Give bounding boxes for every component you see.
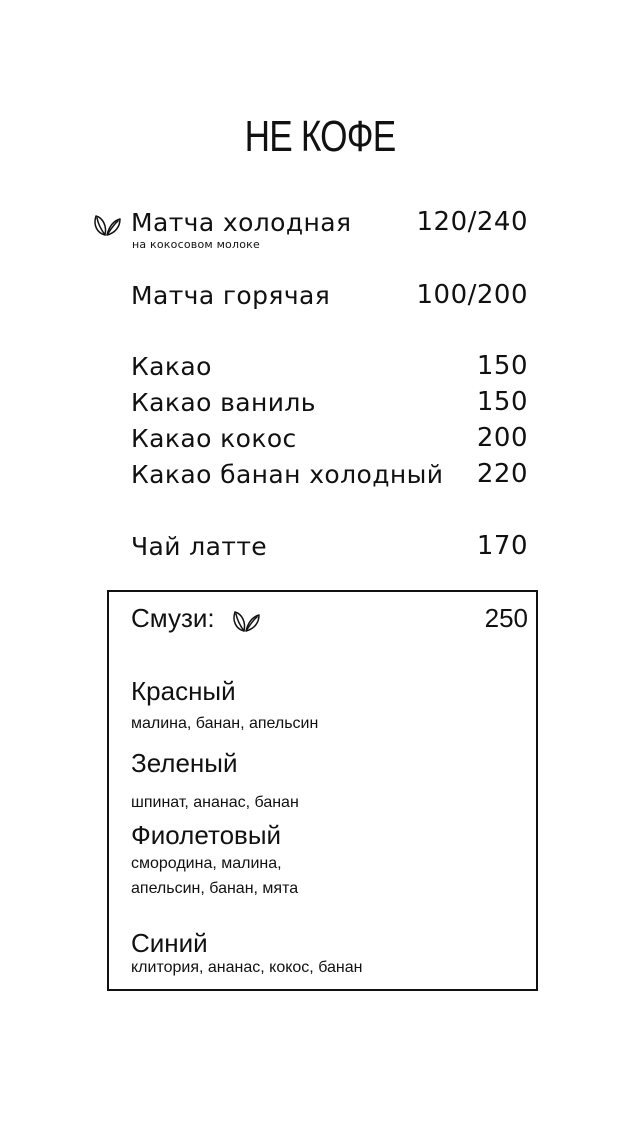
menu-item-name: Матча холодная xyxy=(131,208,352,237)
menu-item-price: 100/200 xyxy=(416,280,528,310)
smoothie-item-description-line: апельсин, банан, мята xyxy=(131,880,299,897)
smoothie-item-description-line: шпинат, ананас, банан xyxy=(131,794,299,811)
menu-item-price: 200 xyxy=(476,423,528,453)
menu-item-name: Какао xyxy=(131,352,212,381)
menu-title: НЕ КОФЕ xyxy=(244,112,397,161)
smoothie-header: Смузи: xyxy=(131,603,215,634)
smoothie-item-description: малина, банан, апельсин xyxy=(131,711,431,736)
smoothie-item-name: Красный xyxy=(131,676,236,706)
menu-item-name: Какао кокос xyxy=(131,424,297,453)
leaf-icon xyxy=(94,215,121,236)
menu-item-price: 220 xyxy=(476,459,528,489)
leaf-icon xyxy=(233,611,260,632)
smoothie-label: Смузи: xyxy=(131,603,215,633)
menu-item-price: 150 xyxy=(476,387,528,417)
smoothie-item-description-line: клитория, ананас, кокос, банан xyxy=(131,959,363,976)
smoothie-item-description: клитория, ананас, кокос, банан xyxy=(131,955,431,980)
smoothie-price: 250 xyxy=(484,603,528,633)
menu-item-price: 120/240 xyxy=(416,207,528,237)
menu-item-name: Какао банан холодный xyxy=(131,460,444,489)
smoothie-item-name: Фиолетовый xyxy=(131,820,282,850)
menu-item-name: Какао ваниль xyxy=(131,388,316,417)
menu-item-name: Чай латте xyxy=(131,532,268,561)
menu-item-price: 170 xyxy=(476,531,528,561)
menu-item-name: Матча горячая xyxy=(131,281,331,310)
smoothie-item-description: смородина, малина, апельсин, банан, мята xyxy=(131,851,431,901)
smoothie-item-description-line: смородина, малина, xyxy=(131,855,282,872)
smoothie-item-name: Зеленый xyxy=(131,748,238,778)
menu-item-price: 150 xyxy=(476,351,528,381)
smoothie-item-description-line: малина, банан, апельсин xyxy=(131,715,319,732)
smoothie-item-description: шпинат, ананас, банан xyxy=(131,790,431,815)
menu-item-subtitle: на кокосовом молоке xyxy=(132,238,260,251)
